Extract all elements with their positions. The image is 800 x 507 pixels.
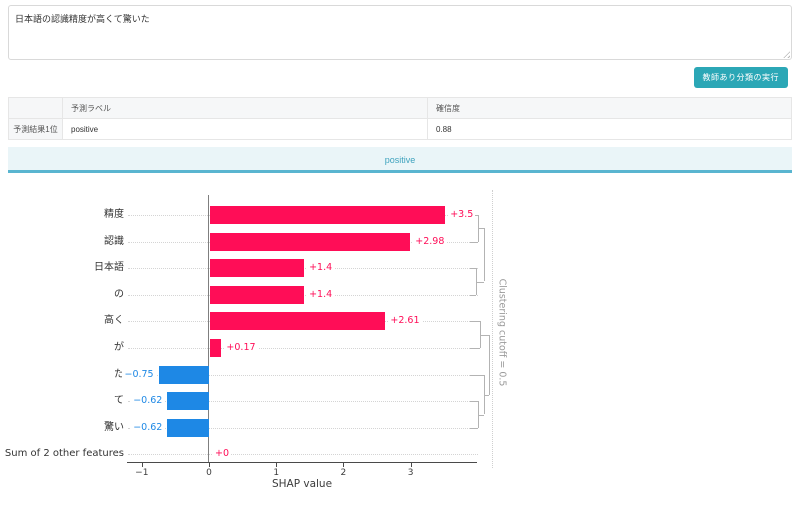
shap-bar	[210, 259, 305, 278]
dendrogram-line	[484, 228, 485, 282]
x-axis-tick-label: 2	[340, 468, 347, 478]
dendrogram-line	[470, 374, 484, 376]
x-axis-tick	[141, 463, 143, 467]
feature-label: て	[114, 395, 124, 407]
x-axis-title: SHAP value	[271, 478, 333, 490]
dendrogram-line	[470, 401, 478, 403]
shap-bar	[210, 312, 386, 331]
x-axis-tick-label: −1	[135, 468, 149, 478]
dendrogram-line	[489, 334, 490, 395]
shap-value-label: −0.75	[122, 368, 156, 381]
feature-label: 日本語	[94, 262, 124, 274]
row-leader-line	[128, 348, 478, 349]
shap-value-label: +0.17	[224, 342, 258, 354]
shap-value-label: +1.4	[307, 262, 335, 275]
x-axis-tick-label: 1	[273, 468, 280, 478]
shap-bar-chart: 精度 +3.5 認識 +2.98 日本語 +1.4 の +1.4 高く +2.61 が +0.17 た −…	[0, 0, 800, 507]
x-axis-tick	[410, 463, 412, 467]
x-axis-tick	[343, 463, 345, 467]
shap-bar	[210, 232, 411, 251]
dendrogram-line	[478, 414, 484, 416]
dendrogram-line	[484, 394, 489, 396]
shap-bar	[167, 392, 209, 411]
x-axis-tick	[209, 463, 210, 467]
shap-value-label: +2.61	[388, 315, 422, 328]
shap-value-label: −0.62	[131, 395, 165, 408]
feature-label: 高く	[104, 315, 124, 327]
dendrogram-line	[470, 294, 476, 296]
x-axis-tick	[276, 463, 278, 467]
shap-bar	[158, 365, 209, 384]
dendrogram-line	[470, 427, 478, 429]
feature-label: 驚い	[104, 421, 124, 433]
dendrogram-line	[476, 281, 484, 283]
feature-label: 精度	[104, 209, 124, 220]
shap-bar	[167, 418, 209, 437]
feature-label: Sum of 2 other features	[4, 448, 124, 460]
dendrogram-line	[480, 334, 489, 336]
x-axis-tick-label: 3	[407, 468, 414, 478]
feature-label: 認識	[104, 235, 124, 247]
shap-bar	[210, 339, 222, 357]
app-page: 日本語の認識精度が高くて驚いた 教師あり分類の実行 予測ラベル 確信度 予測結果…	[0, 0, 800, 507]
shap-bar	[210, 206, 446, 224]
shap-value-label: +3.5	[448, 209, 476, 221]
shap-bar	[210, 285, 305, 304]
dendrogram-line	[470, 321, 480, 323]
shap-value-label: −0.62	[131, 421, 165, 434]
feature-label: の	[114, 288, 124, 300]
row-leader-line	[128, 454, 478, 456]
x-axis-tick-label: 0	[206, 468, 212, 478]
dendrogram-line	[470, 241, 478, 243]
x-axis-line	[127, 462, 477, 463]
dendrogram-line	[470, 348, 480, 349]
shap-value-label: +0	[213, 448, 232, 461]
shap-value-label: +2.98	[413, 235, 447, 248]
clustering-cutoff-label: Clustering cutoff = 0.5	[496, 278, 508, 387]
shap-value-label: +1.4	[307, 288, 335, 301]
clustering-cutoff-line	[492, 190, 493, 468]
feature-label: が	[114, 342, 124, 353]
